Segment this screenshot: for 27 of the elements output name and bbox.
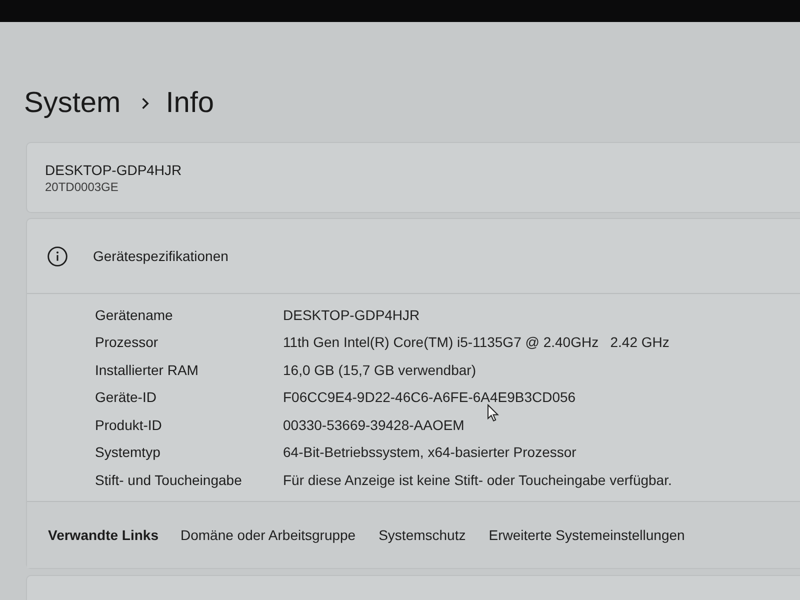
spec-value: Für diese Anzeige ist keine Stift- oder Toucheingabe verfügbar.	[283, 472, 672, 488]
spec-value: 64-Bit-Betriebssystem, x64-basierter Prozessor	[283, 444, 576, 460]
spec-label: Gerätename	[95, 306, 174, 323]
info-icon	[47, 246, 68, 266]
spec-label: Systemtyp	[95, 444, 162, 460]
spec-value: 11th Gen Intel(R) Core(TM) i5-1135G7 @ 2.40GHz 2.42 GHz	[283, 334, 670, 350]
section-title: Gerätespezifikationen	[93, 248, 228, 264]
breadcrumb-link[interactable]: System	[24, 84, 121, 122]
device-model: 20TD0003GE	[45, 178, 118, 194]
spec-label: Installierter RAM	[95, 362, 200, 378]
chevron-icon	[140, 96, 150, 110]
spec-value: 16,0 GB (15,7 GB verwendbar)	[283, 362, 476, 378]
spec-value: F06CC9E4-9D22-46C6-A6FE-6A4E9B3CD056	[283, 389, 576, 406]
spec-value: 00330-53669-39428-AAOEM	[283, 416, 464, 433]
spec-value: DESKTOP-GDP4HJR	[283, 306, 420, 323]
related-link[interactable]: Domäne oder Arbeitsgruppe	[180, 526, 356, 542]
related-links-title: Verwandte Links	[48, 526, 158, 542]
spec-label: Stift- und Toucheingabe	[95, 472, 243, 488]
device-name: DESKTOP-GDP4HJR	[45, 160, 182, 178]
spec-label: Geräte-ID	[95, 389, 158, 406]
related-link[interactable]: Systemschutz	[378, 526, 466, 542]
spec-label: Prozessor	[95, 334, 160, 350]
page-title: Info	[166, 86, 214, 121]
specs-header[interactable]: Gerätespezifikationen	[27, 219, 800, 294]
spec-label: Produkt-ID	[95, 416, 163, 433]
related-link[interactable]: Erweiterte Systemeinstellungen	[488, 526, 685, 542]
mouse-pointer-icon	[487, 404, 499, 422]
